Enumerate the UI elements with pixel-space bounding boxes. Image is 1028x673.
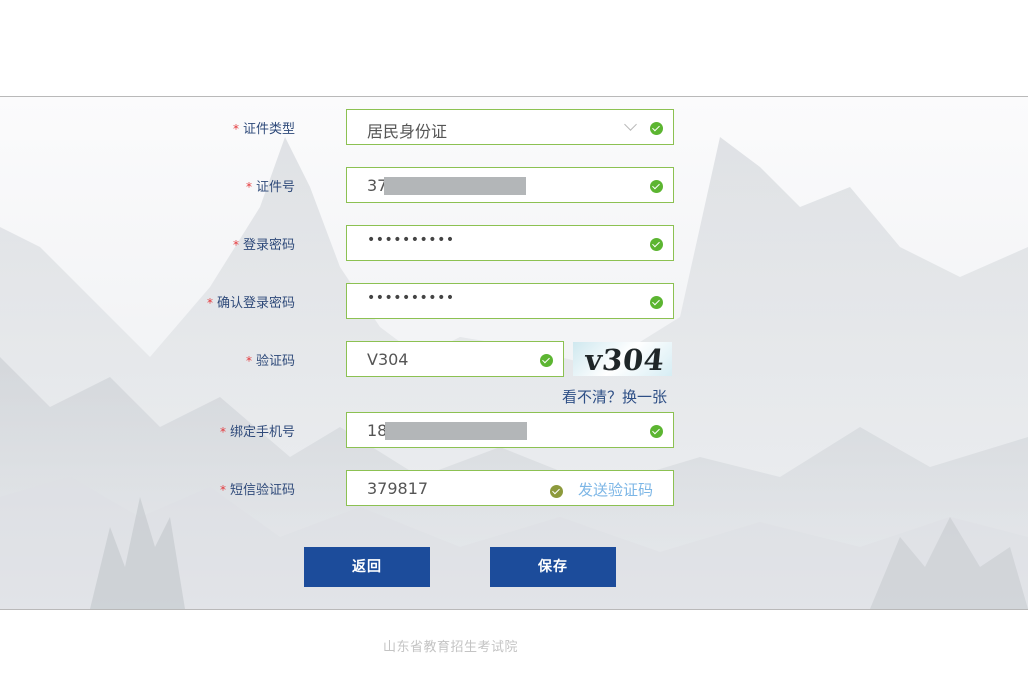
required-mark: * — [219, 425, 226, 439]
check-circle-icon — [550, 485, 563, 498]
captcha-label-text: 验证码 — [255, 354, 295, 369]
captcha-value: V304 — [367, 350, 409, 369]
captcha-label: * 验证码 — [246, 350, 295, 369]
phone-label-text: 绑定手机号 — [229, 425, 295, 440]
save-button[interactable]: 保存 — [490, 547, 616, 587]
send-sms-code-link[interactable]: 发送验证码 — [578, 479, 653, 500]
login-password-label: * 登录密码 — [233, 234, 295, 253]
confirm-password-value: •••••••••• — [367, 290, 455, 306]
required-mark: * — [245, 180, 252, 194]
login-password-label-text: 登录密码 — [242, 238, 295, 253]
required-mark: * — [245, 354, 252, 368]
confirm-password-label: * 确认登录密码 — [207, 292, 295, 311]
phone-label: * 绑定手机号 — [220, 421, 295, 440]
required-mark: * — [232, 122, 239, 136]
redacted-block — [384, 177, 526, 195]
id-type-label-text: 证件类型 — [242, 122, 295, 137]
required-mark: * — [232, 238, 239, 252]
id-number-label-text: 证件号 — [255, 180, 295, 195]
check-circle-icon — [650, 425, 663, 438]
id-number-label: * 证件号 — [246, 176, 295, 195]
captcha-input[interactable]: V304 — [346, 341, 564, 377]
redacted-block — [385, 422, 527, 440]
chevron-down-icon[interactable] — [624, 118, 637, 131]
sms-code-value: 379817 — [367, 479, 429, 498]
phone-input[interactable]: 18 — [346, 412, 674, 448]
captcha-image[interactable]: v304 — [573, 342, 672, 376]
required-mark: * — [206, 296, 213, 310]
check-circle-icon — [650, 238, 663, 251]
confirm-password-input[interactable]: •••••••••• — [346, 283, 674, 319]
sms-code-label: * 短信验证码 — [220, 479, 295, 498]
id-type-label: * 证件类型 — [233, 118, 295, 137]
id-type-select[interactable]: 居民身份证 — [346, 109, 674, 145]
check-circle-icon — [650, 180, 663, 193]
login-password-input[interactable]: •••••••••• — [346, 225, 674, 261]
back-button[interactable]: 返回 — [304, 547, 430, 587]
login-password-value: •••••••••• — [367, 232, 455, 248]
footer: 山东省教育招生考试院 — [0, 610, 1028, 673]
header-area — [0, 0, 1028, 96]
captcha-image-text: v304 — [583, 343, 667, 376]
sms-code-label-text: 短信验证码 — [229, 483, 295, 498]
required-mark: * — [219, 483, 226, 497]
refresh-captcha-link[interactable]: 看不清？换一张 — [562, 386, 667, 407]
check-circle-icon — [540, 354, 553, 367]
sms-code-input[interactable]: 379817 发送验证码 — [346, 470, 674, 506]
footer-org-name: 山东省教育招生考试院 — [383, 640, 519, 655]
confirm-password-label-text: 确认登录密码 — [216, 296, 295, 311]
id-type-value: 居民身份证 — [367, 122, 448, 141]
check-circle-icon — [650, 122, 663, 135]
check-circle-icon — [650, 296, 663, 309]
id-number-input[interactable]: 37 — [346, 167, 674, 203]
